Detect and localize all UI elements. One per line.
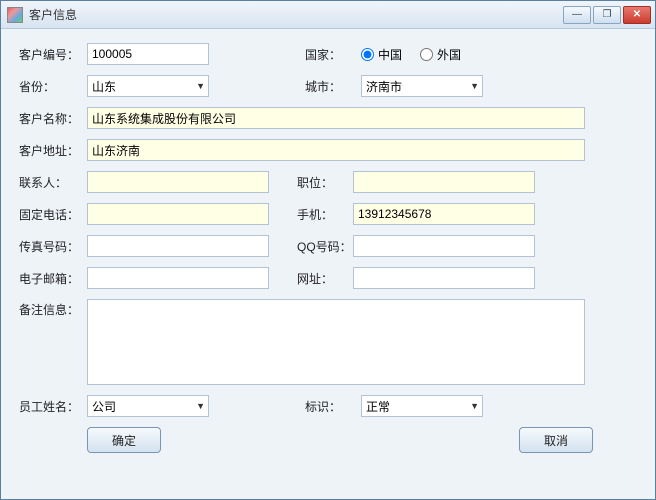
radio-foreign-input[interactable] [420,48,433,61]
label-position: 职位： [297,174,353,191]
fax-input[interactable] [87,235,269,257]
window-frame: 客户信息 — ❐ ✕ 客户编号： 国家： 中国 外国 [0,0,656,500]
form-area: 客户编号： 国家： 中国 外国 省份： ▼ [1,29,655,499]
label-website: 网址： [297,270,353,287]
label-qq: QQ号码： [297,238,353,255]
radio-china-label: 中国 [378,46,402,63]
close-button[interactable]: ✕ [623,6,651,24]
employee-select[interactable] [87,395,209,417]
label-customer-id: 客户编号： [19,46,87,63]
label-employee: 员工姓名： [19,398,87,415]
contact-input[interactable] [87,171,269,193]
label-email: 电子邮箱： [19,270,87,287]
position-input[interactable] [353,171,535,193]
label-mobile: 手机： [297,206,353,223]
label-tel: 固定电话： [19,206,87,223]
label-customer-name: 客户名称： [19,110,87,127]
customer-addr-input[interactable] [87,139,585,161]
mobile-input[interactable] [353,203,535,225]
label-fax: 传真号码： [19,238,87,255]
radio-foreign-label: 外国 [437,46,461,63]
label-province: 省份： [19,78,87,95]
label-country: 国家： [305,46,361,63]
ok-button[interactable]: 确定 [87,427,161,453]
label-remarks: 备注信息： [19,299,87,318]
label-customer-addr: 客户地址： [19,142,87,159]
website-input[interactable] [353,267,535,289]
customer-name-input[interactable] [87,107,585,129]
city-select[interactable] [361,75,483,97]
label-flag: 标识： [305,398,361,415]
cancel-button[interactable]: 取消 [519,427,593,453]
maximize-button[interactable]: ❐ [593,6,621,24]
window-buttons: — ❐ ✕ [563,6,651,24]
titlebar: 客户信息 — ❐ ✕ [1,1,655,29]
email-input[interactable] [87,267,269,289]
label-contact: 联系人： [19,174,87,191]
remarks-textarea[interactable] [87,299,585,385]
customer-id-input[interactable] [87,43,209,65]
radio-china[interactable]: 中国 [361,46,402,63]
province-select[interactable] [87,75,209,97]
window-title: 客户信息 [29,6,563,23]
country-radio-group: 中国 外国 [361,46,461,63]
app-icon [7,7,23,23]
flag-select[interactable] [361,395,483,417]
radio-foreign[interactable]: 外国 [420,46,461,63]
label-city: 城市： [305,78,361,95]
qq-input[interactable] [353,235,535,257]
minimize-button[interactable]: — [563,6,591,24]
tel-input[interactable] [87,203,269,225]
radio-china-input[interactable] [361,48,374,61]
